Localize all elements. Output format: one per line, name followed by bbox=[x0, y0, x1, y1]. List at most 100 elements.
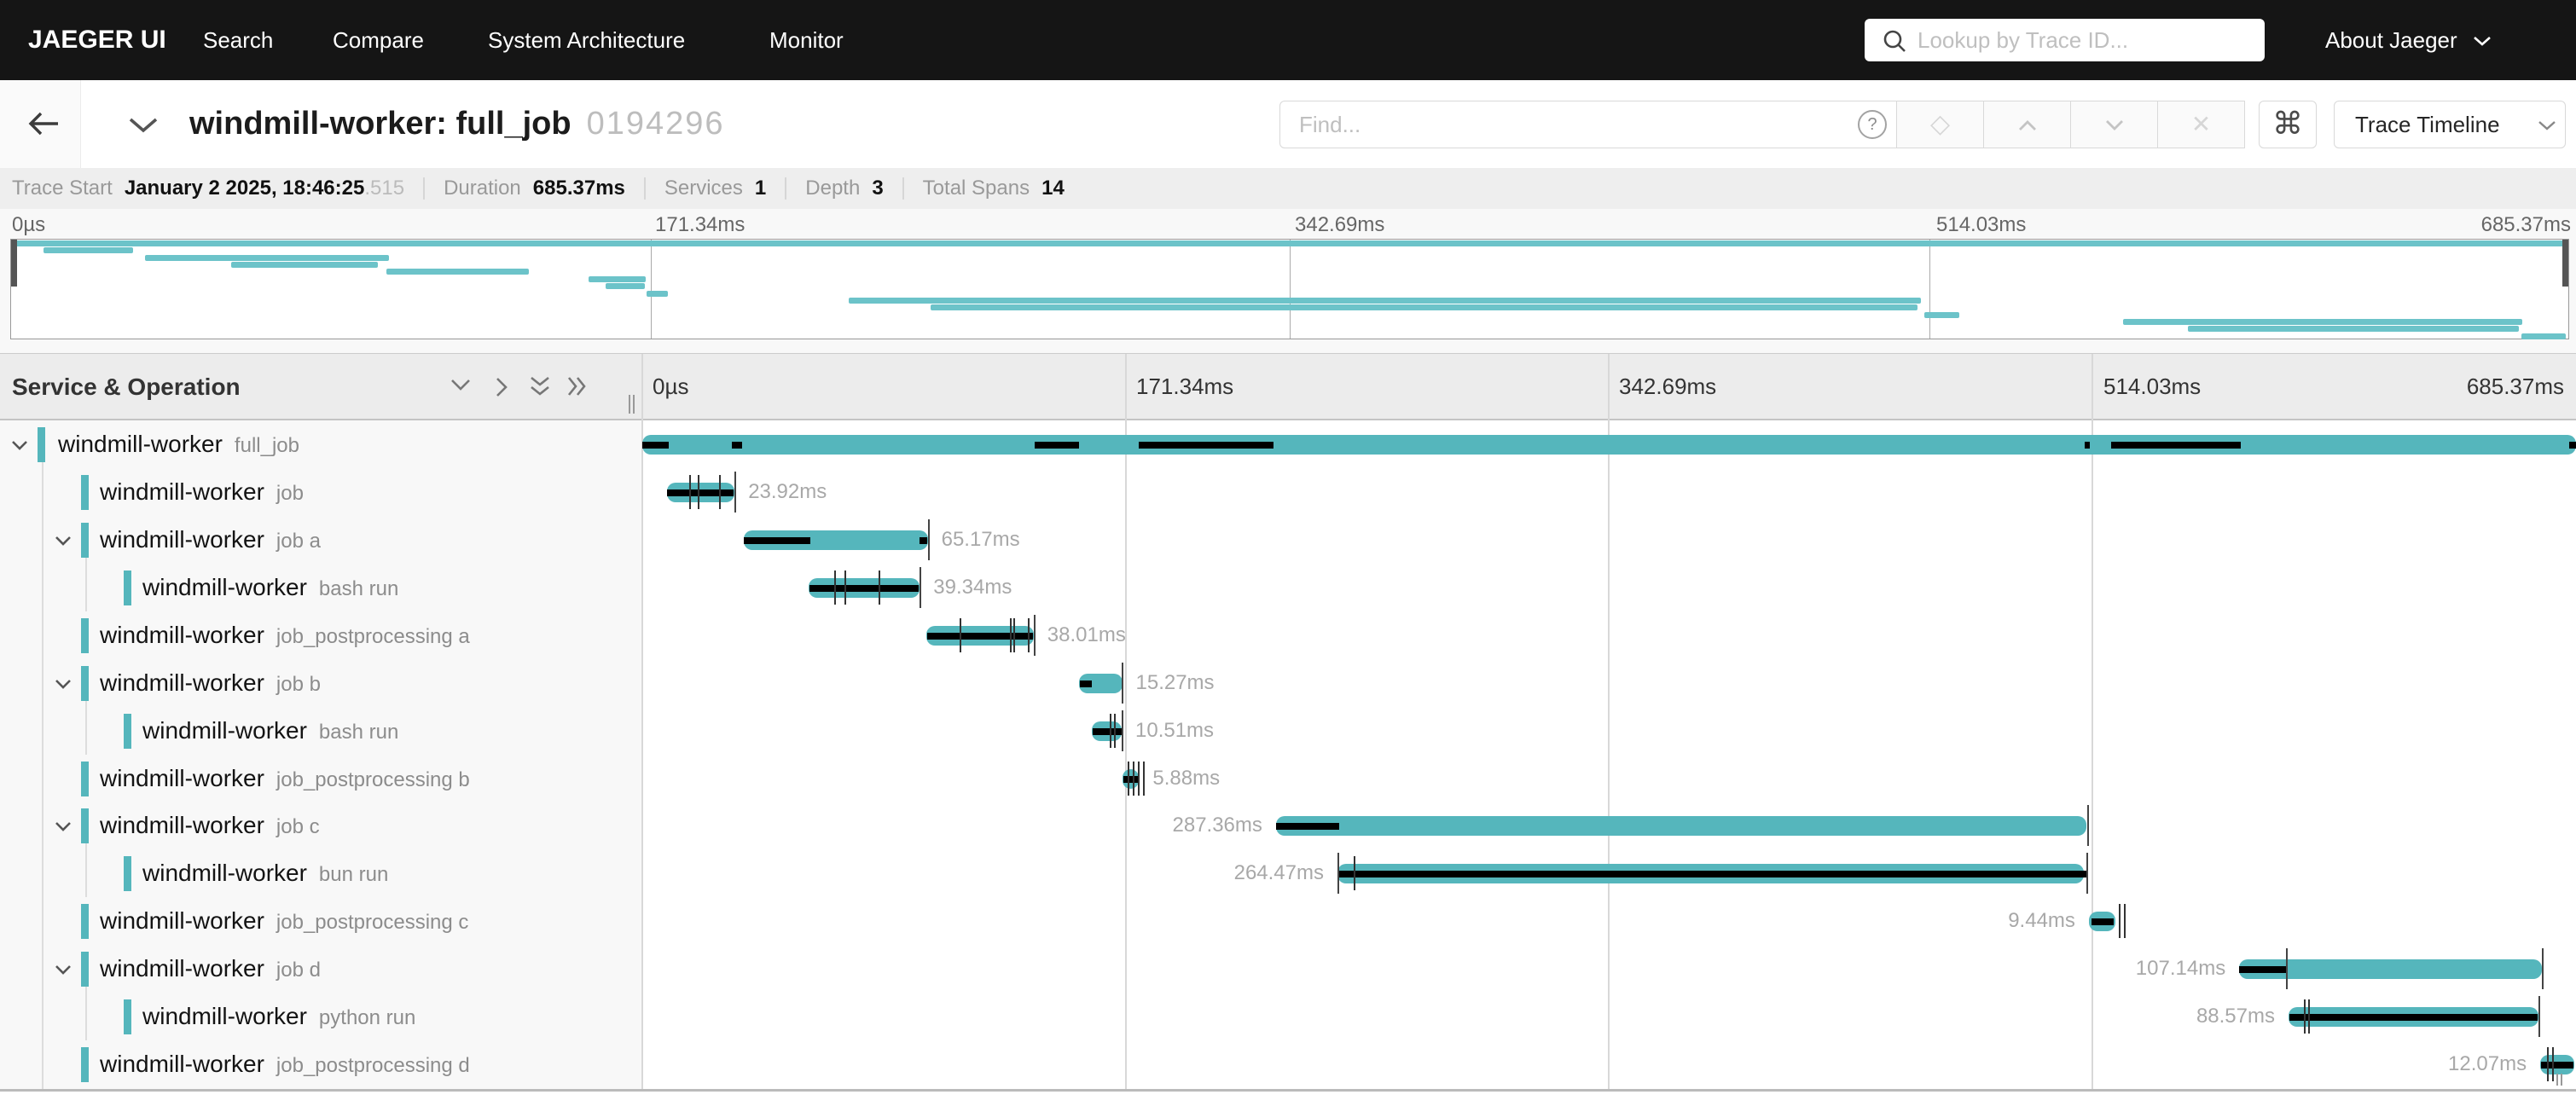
span-end-tick bbox=[2542, 948, 2544, 989]
span-name-group[interactable]: windmill-workerjob_postprocessing d bbox=[100, 1040, 470, 1088]
span-log-tick bbox=[1028, 618, 1030, 652]
view-select[interactable]: Trace Timeline bbox=[2334, 101, 2566, 148]
nav-item-system-architecture[interactable]: System Architecture bbox=[488, 0, 685, 80]
focus-icon: ◇ bbox=[1930, 110, 1950, 138]
span-name-group[interactable]: windmill-workerjob a bbox=[100, 516, 321, 564]
minimap[interactable] bbox=[10, 239, 2569, 339]
span-operation-name: job_postprocessing a bbox=[276, 625, 470, 648]
span-color-block bbox=[124, 570, 131, 605]
clear-search-button[interactable]: ✕ bbox=[2158, 101, 2245, 148]
span-row[interactable]: windmill-workerjob_postprocessing d12.07… bbox=[0, 1040, 2576, 1088]
span-log-tick bbox=[1143, 762, 1145, 796]
span-row[interactable]: windmill-workerjob c287.36ms bbox=[0, 802, 2576, 849]
span-name-group[interactable]: windmill-workerbun run bbox=[142, 849, 388, 897]
span-row[interactable]: windmill-workerjob d107.14ms bbox=[0, 945, 2576, 993]
span-operation-name: job c bbox=[276, 815, 320, 838]
collapse-all-icon[interactable] bbox=[530, 376, 550, 397]
span-operation-name: job a bbox=[276, 530, 321, 553]
span-operation-name: job bbox=[276, 482, 304, 505]
span-critical-path bbox=[1139, 442, 1273, 449]
span-name-group[interactable]: windmill-workerjob bbox=[100, 468, 304, 516]
minimap-span-bar bbox=[849, 298, 1921, 304]
minimap-left-scrubber[interactable] bbox=[11, 240, 17, 287]
panel-resize-grip[interactable] bbox=[633, 395, 635, 414]
find-help-button[interactable]: ? bbox=[1848, 101, 1897, 148]
close-icon: ✕ bbox=[2191, 111, 2211, 137]
span-row[interactable]: windmill-workerjob a65.17ms bbox=[0, 516, 2576, 564]
span-name-group[interactable]: windmill-workerpython run bbox=[142, 993, 415, 1040]
back-button[interactable] bbox=[0, 80, 81, 168]
span-end-tick bbox=[1337, 853, 1339, 894]
nav-item-search[interactable]: Search bbox=[203, 0, 273, 80]
span-row[interactable]: windmill-workerfull_job bbox=[0, 420, 2576, 468]
service-operation-header: Service & Operation bbox=[12, 354, 241, 420]
minimap-span-bar bbox=[589, 276, 646, 282]
span-collapse-chevron-icon[interactable] bbox=[11, 440, 28, 450]
span-collapse-chevron-icon[interactable] bbox=[55, 536, 72, 546]
minimap-axis-label: 342.69ms bbox=[1295, 213, 1384, 237]
span-log-tick bbox=[2547, 1047, 2549, 1081]
trace-lookup-input[interactable]: Lookup by Trace ID... bbox=[1865, 19, 2265, 61]
span-name-group[interactable]: windmill-workerjob c bbox=[100, 802, 320, 849]
nav-item-monitor[interactable]: Monitor bbox=[769, 0, 844, 80]
prev-result-button[interactable] bbox=[1984, 101, 2071, 148]
bottom-resize-grip[interactable] bbox=[2556, 1074, 2558, 1086]
span-critical-path bbox=[1093, 728, 1122, 735]
panel-resize-grip[interactable] bbox=[629, 395, 630, 414]
span-row[interactable]: windmill-workerjob_postprocessing a38.01… bbox=[0, 611, 2576, 659]
span-name-group[interactable]: windmill-workerjob d bbox=[100, 945, 321, 993]
expand-one-icon[interactable] bbox=[495, 377, 508, 397]
view-select-label: Trace Timeline bbox=[2355, 101, 2500, 148]
span-duration-label: 10.51ms bbox=[1135, 707, 1214, 755]
nav-item-compare[interactable]: Compare bbox=[333, 0, 424, 80]
trace-title-bar: windmill-worker: full_job0194296 Find...… bbox=[0, 80, 2576, 168]
focus-span-button[interactable]: ◇ bbox=[1897, 101, 1984, 148]
minimap-right-scrubber[interactable] bbox=[2562, 240, 2568, 287]
span-row[interactable]: windmill-workerbash run 10.51ms bbox=[0, 707, 2576, 755]
span-row[interactable]: windmill-workerjob_postprocessing b5.88m… bbox=[0, 755, 2576, 802]
span-row[interactable]: windmill-workerbun run264.47ms bbox=[0, 849, 2576, 897]
minimap-span-bar bbox=[2521, 333, 2567, 339]
separator bbox=[423, 177, 425, 200]
bottom-resize-grip[interactable] bbox=[2561, 1074, 2562, 1086]
span-log-tick bbox=[1114, 714, 1116, 748]
span-row[interactable]: windmill-workerjob_postprocessing c9.44m… bbox=[0, 897, 2576, 945]
span-row[interactable]: windmill-workerjob23.92ms bbox=[0, 468, 2576, 516]
minimap-span-bar bbox=[606, 283, 645, 289]
span-name-group[interactable]: windmill-workerjob_postprocessing b bbox=[100, 755, 470, 802]
nav-brand[interactable]: JAEGER UI bbox=[28, 0, 166, 80]
span-collapse-chevron-icon[interactable] bbox=[55, 964, 72, 975]
trace-collapse-chevron-icon[interactable] bbox=[128, 117, 159, 134]
span-service-name: windmill-worker bbox=[100, 1051, 264, 1077]
find-input[interactable]: Find... bbox=[1279, 101, 1849, 148]
span-color-block bbox=[38, 427, 45, 462]
span-name-group[interactable]: windmill-workerjob b bbox=[100, 659, 321, 707]
collapse-one-icon[interactable] bbox=[450, 378, 471, 391]
timeline-axis-label: 342.69ms bbox=[1619, 354, 1716, 420]
span-collapse-chevron-icon[interactable] bbox=[55, 679, 72, 689]
span-name-group[interactable]: windmill-workerjob_postprocessing c bbox=[100, 897, 468, 945]
span-name-group[interactable]: windmill-workerjob_postprocessing a bbox=[100, 611, 470, 659]
span-row[interactable]: windmill-workerpython run88.57ms bbox=[0, 993, 2576, 1040]
span-color-block bbox=[81, 475, 89, 510]
expand-all-icon[interactable] bbox=[567, 376, 586, 397]
keyboard-shortcuts-button[interactable]: ⌘ bbox=[2259, 101, 2317, 148]
span-row[interactable]: windmill-workerjob b15.27ms bbox=[0, 659, 2576, 707]
span-end-tick bbox=[734, 472, 736, 513]
span-collapse-chevron-icon[interactable] bbox=[55, 821, 72, 831]
span-operation-name: bun run bbox=[319, 863, 388, 886]
span-service-name: windmill-worker bbox=[142, 717, 307, 744]
span-row[interactable]: windmill-workerbash run39.34ms bbox=[0, 564, 2576, 611]
span-name-group[interactable]: windmill-workerbash run bbox=[142, 707, 398, 755]
nav-item-about-jaeger[interactable]: About Jaeger bbox=[2325, 0, 2457, 80]
span-name-group[interactable]: windmill-workerfull_job bbox=[58, 420, 299, 468]
minimap-axis-label: 171.34ms bbox=[655, 213, 745, 237]
next-result-button[interactable] bbox=[2071, 101, 2158, 148]
minimap-span-bar bbox=[2188, 326, 2518, 332]
span-log-tick bbox=[1133, 762, 1134, 796]
span-bar[interactable] bbox=[1276, 816, 2087, 836]
span-bar[interactable] bbox=[642, 435, 2576, 455]
span-name-group[interactable]: windmill-workerbash run bbox=[142, 564, 398, 611]
span-critical-path bbox=[1276, 823, 1339, 830]
command-icon: ⌘ bbox=[2272, 106, 2303, 141]
